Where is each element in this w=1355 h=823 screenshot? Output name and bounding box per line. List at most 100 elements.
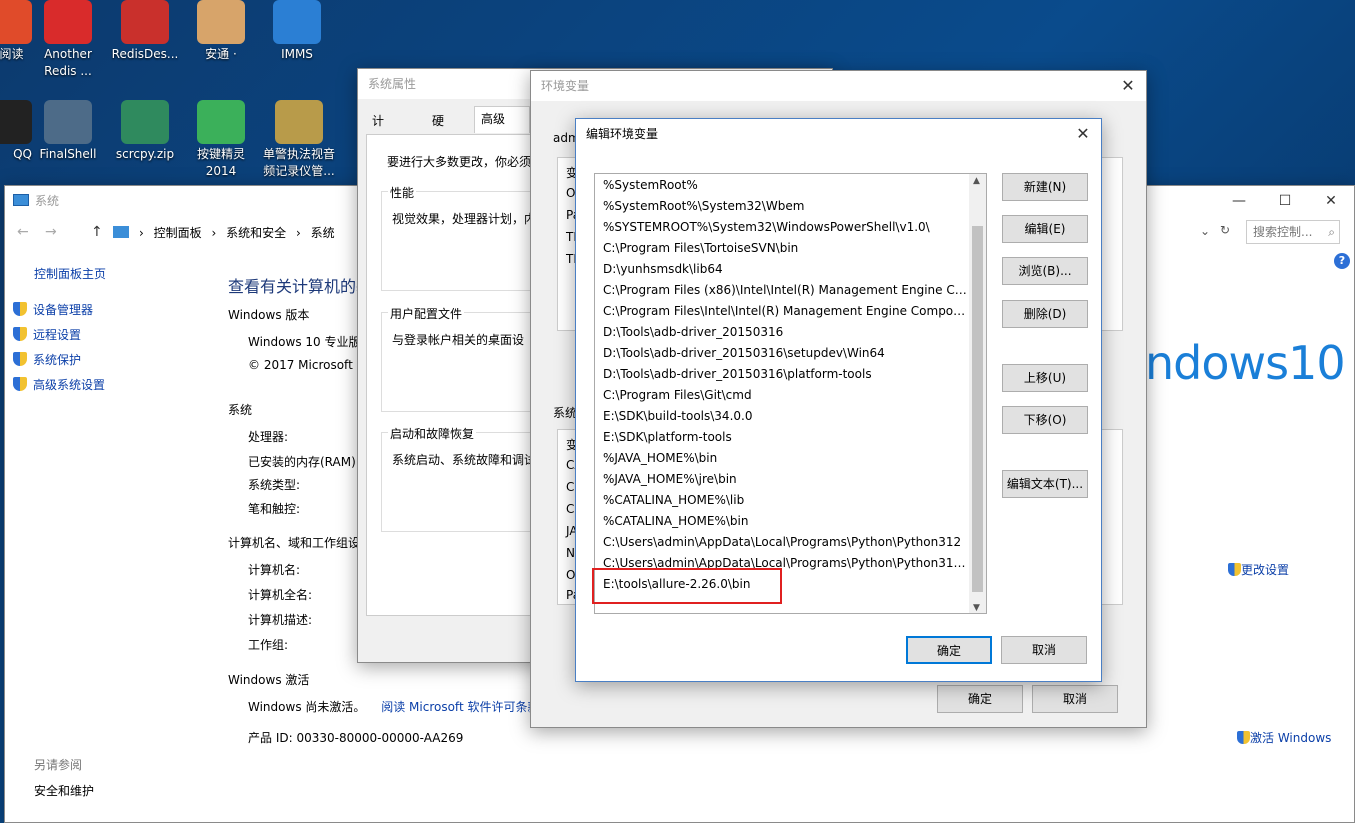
ram-label: 已安装的内存(RAM):	[248, 455, 360, 469]
desktop-icon-anjian[interactable]: 按键精灵 2014	[183, 100, 259, 180]
shield-icon	[13, 352, 27, 366]
computer-fullname-label: 计算机全名:	[248, 588, 313, 602]
path-entry[interactable]: C:\Program Files\Git\cmd	[595, 385, 969, 406]
close-icon[interactable]: ✕	[1065, 119, 1101, 149]
edit-text-button[interactable]: 编辑文本(T)...	[1002, 470, 1088, 498]
tab-hardware[interactable]: 硬件	[426, 109, 450, 152]
scroll-down-icon[interactable]: ▼	[973, 603, 980, 613]
path-entry[interactable]: %CATALINA_HOME%\bin	[595, 511, 969, 532]
change-settings-link[interactable]: 更改设置	[1228, 561, 1289, 578]
tab-computer-name[interactable]: 计算机名	[366, 109, 390, 200]
path-entry[interactable]: D:\yunhsmsdk\lib64	[595, 259, 969, 280]
new-button[interactable]: 新建(N)	[1002, 173, 1088, 201]
workgroup-label: 工作组:	[248, 638, 289, 652]
computer-icon	[13, 194, 29, 206]
path-entry[interactable]: E:\SDK\build-tools\34.0.0	[595, 406, 969, 427]
refresh-icon[interactable]: ↻	[1220, 223, 1230, 237]
tab-advanced[interactable]: 高级	[474, 106, 530, 133]
shield-icon	[13, 327, 27, 341]
back-arrow-icon[interactable]: ←	[17, 224, 29, 240]
env-ok-button[interactable]: 确定	[937, 685, 1023, 713]
desktop-icon-police-recorder[interactable]: 单警执法视音频记录仪管...	[259, 100, 339, 180]
breadcrumb-system[interactable]: 系统	[311, 226, 335, 240]
another-redis-icon	[44, 0, 92, 44]
delete-button[interactable]: 删除(D)	[1002, 300, 1088, 328]
sidebar-item-device-manager[interactable]: 设备管理器	[13, 301, 93, 318]
help-icon[interactable]: ?	[1334, 253, 1350, 269]
finalshell-icon	[44, 100, 92, 144]
shield-icon	[1237, 731, 1250, 744]
path-entry[interactable]: C:\Program Files\Intel\Intel(R) Manageme…	[595, 301, 969, 322]
path-entry[interactable]: D:\Tools\adb-driver_20150316	[595, 322, 969, 343]
maximize-button[interactable]: ☐	[1262, 186, 1308, 216]
move-up-button[interactable]: 上移(U)	[1002, 364, 1088, 392]
shield-icon	[1228, 563, 1241, 576]
close-icon[interactable]: ✕	[1110, 71, 1146, 101]
path-entry[interactable]: C:\Program Files\TortoiseSVN\bin	[595, 238, 969, 259]
desktop-icon-antong[interactable]: 安通 ·	[183, 0, 259, 63]
shield-icon	[13, 377, 27, 391]
path-entry[interactable]: %JAVA_HOME%\jre\bin	[595, 469, 969, 490]
sidebar-item-security-maintenance[interactable]: 安全和维护	[34, 782, 94, 799]
search-icon: ⌕	[1328, 225, 1335, 239]
anjian-icon	[197, 100, 245, 144]
move-down-button[interactable]: 下移(O)	[1002, 406, 1088, 434]
path-entry[interactable]: %CATALINA_HOME%\lib	[595, 490, 969, 511]
section-edition: Windows 版本	[228, 308, 310, 322]
env-cancel-button[interactable]: 取消	[1032, 685, 1118, 713]
activate-windows-link[interactable]: 激活 Windows	[1237, 729, 1331, 746]
system-type-label: 系统类型:	[248, 478, 301, 492]
edit-ok-button[interactable]: 确定	[906, 636, 992, 664]
shield-icon	[13, 302, 27, 316]
windows10-logo: ndows10	[1145, 336, 1346, 390]
path-entry[interactable]: %SYSTEMROOT%\System32\WindowsPowerShell\…	[595, 217, 969, 238]
processor-label: 处理器:	[248, 430, 289, 444]
path-entry[interactable]: %JAVA_HOME%\bin	[595, 448, 969, 469]
desktop-icon-redisdesktop[interactable]: RedisDes...	[107, 0, 183, 63]
edit-button[interactable]: 编辑(E)	[1002, 215, 1088, 243]
search-input[interactable]: 搜索控制... ⌕	[1246, 220, 1340, 244]
sidebar-home[interactable]: 控制面板主页	[34, 265, 106, 282]
path-entry[interactable]: %SystemRoot%	[595, 175, 969, 196]
list-scrollbar[interactable]: ▲ ▼	[969, 174, 986, 613]
path-entry[interactable]: C:\Users\admin\AppData\Local\Programs\Py…	[595, 532, 969, 553]
highlight-box	[592, 568, 782, 604]
env-titlebar: 环境变量 ✕	[531, 71, 1146, 101]
sys-var-row[interactable]: N	[566, 546, 575, 560]
chevron-down-icon[interactable]: ⌄	[1200, 224, 1210, 238]
license-terms-link[interactable]: 阅读 Microsoft 软件许可条款	[381, 700, 539, 714]
breadcrumb-system-security[interactable]: 系统和安全	[226, 226, 286, 240]
desktop-icon-imms[interactable]: IMMS	[259, 0, 335, 63]
browse-button[interactable]: 浏览(B)...	[1002, 257, 1088, 285]
path-entry[interactable]: D:\Tools\adb-driver_20150316\platform-to…	[595, 364, 969, 385]
desktop-icon-scrcpy[interactable]: scrcpy.zip	[107, 100, 183, 163]
sidebar-item-protection[interactable]: 系统保护	[13, 351, 81, 368]
path-entries-list[interactable]: %SystemRoot% %SystemRoot%\System32\Wbem %S…	[594, 173, 987, 614]
minimize-button[interactable]: —	[1216, 186, 1262, 216]
edit-env-variable-dialog: 编辑环境变量 ✕ %SystemRoot% %SystemRoot%\System…	[575, 118, 1102, 682]
computer-desc-label: 计算机描述:	[248, 613, 313, 627]
env-title: 环境变量	[541, 79, 590, 93]
redis-desktop-icon	[121, 0, 169, 44]
computer-name-label: 计算机名:	[248, 563, 301, 577]
chevron-right-icon: ›	[139, 226, 144, 240]
page-title: 查看有关计算机的基	[228, 277, 373, 296]
breadcrumb-control-panel[interactable]: 控制面板	[154, 226, 202, 240]
up-arrow-icon[interactable]: ↑	[91, 224, 103, 240]
system-window-title: 系统	[35, 194, 60, 208]
sidebar-item-advanced[interactable]: 高级系统设置	[13, 376, 105, 393]
pen-touch-label: 笔和触控:	[248, 502, 301, 516]
path-entry[interactable]: D:\Tools\adb-driver_20150316\setupdev\Wi…	[595, 343, 969, 364]
edit-cancel-button[interactable]: 取消	[1001, 636, 1087, 664]
scroll-up-icon[interactable]: ▲	[973, 176, 980, 186]
desktop-icon-finalshell[interactable]: FinalShell	[30, 100, 106, 163]
scrollbar-thumb[interactable]	[972, 226, 983, 592]
imms-icon	[273, 0, 321, 44]
sidebar-item-remote[interactable]: 远程设置	[13, 326, 81, 343]
path-entry[interactable]: %SystemRoot%\System32\Wbem	[595, 196, 969, 217]
path-entry[interactable]: C:\Program Files (x86)\Intel\Intel(R) Ma…	[595, 280, 969, 301]
close-button[interactable]: ✕	[1308, 186, 1354, 216]
path-entry[interactable]: E:\SDK\platform-tools	[595, 427, 969, 448]
desktop-icon-another-redis[interactable]: Another Redis ...	[30, 0, 106, 80]
forward-arrow-icon[interactable]: →	[45, 224, 57, 240]
